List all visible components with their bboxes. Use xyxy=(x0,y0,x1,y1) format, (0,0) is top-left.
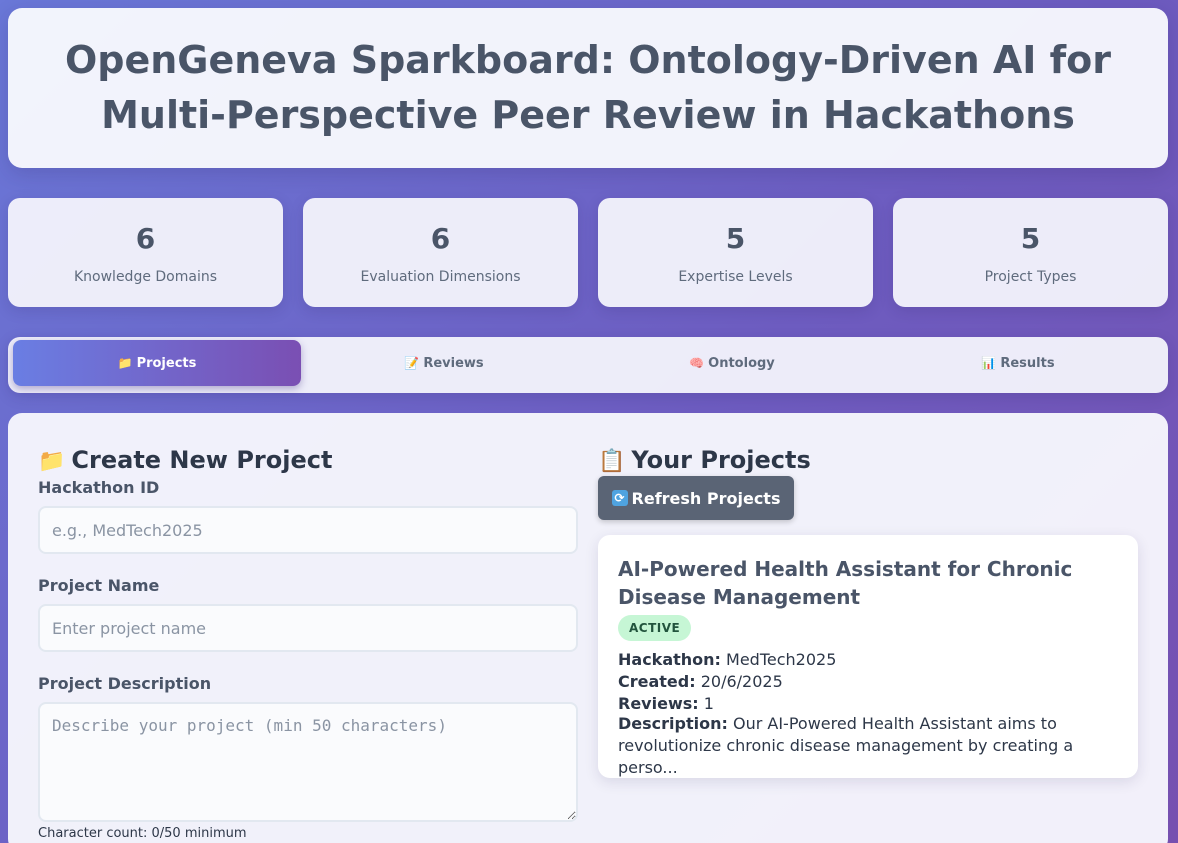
create-project-title: 📁 Create New Project xyxy=(38,446,332,474)
meta-value: 1 xyxy=(703,694,714,713)
tab-projects[interactable]: 📁 Projects xyxy=(13,340,301,386)
meta-label: Hackathon: xyxy=(618,650,721,669)
character-count: Character count: 0/50 minimum xyxy=(38,826,247,841)
stat-expertise-levels: 5 Expertise Levels xyxy=(598,198,873,307)
meta-label: Reviews: xyxy=(618,694,699,713)
meta-label: Description: xyxy=(618,714,728,733)
tab-label: Projects xyxy=(136,355,197,371)
hackathon-id-label: Hackathon ID xyxy=(38,478,160,497)
folder-icon: 📁 xyxy=(38,449,66,474)
stat-value: 6 xyxy=(430,222,451,255)
tab-label: Results xyxy=(1000,355,1055,371)
tab-label: Ontology xyxy=(708,355,775,371)
status-badge: ACTIVE xyxy=(618,615,692,641)
project-created: Created: 20/6/2025 xyxy=(618,672,783,691)
create-project-title-text: Create New Project xyxy=(71,446,333,474)
main-panel: 📁Create New Project Hackathon ID Project… xyxy=(8,413,1168,843)
stat-evaluation-dimensions: 6 Evaluation Dimensions xyxy=(303,198,578,307)
hackathon-id-input[interactable] xyxy=(38,506,578,554)
stat-label: Evaluation Dimensions xyxy=(360,269,521,285)
folder-icon: 📁 xyxy=(117,356,133,370)
tab-bar: 📁 Projects 📝 Reviews 🧠 Ontology 📊 Result… xyxy=(8,337,1168,393)
project-hackathon: Hackathon: MedTech2025 xyxy=(618,650,836,669)
stat-value: 5 xyxy=(1020,222,1041,255)
stat-label: Project Types xyxy=(984,269,1077,285)
refresh-projects-label: Refresh Projects xyxy=(631,488,781,508)
stats-row: 6 Knowledge Domains 6 Evaluation Dimensi… xyxy=(8,198,1168,307)
page-title: OpenGeneva Sparkboard: Ontology-Driven A… xyxy=(64,38,1112,137)
brain-icon: 🧠 xyxy=(689,356,705,370)
stat-value: 6 xyxy=(135,222,156,255)
project-description: Description: Our AI-Powered Health Assis… xyxy=(618,713,1118,779)
project-name-label: Project Name xyxy=(38,576,160,595)
tab-ontology[interactable]: 🧠 Ontology xyxy=(588,340,876,386)
tab-label: Reviews xyxy=(423,355,484,371)
refresh-projects-button[interactable]: ⟳ Refresh Projects xyxy=(598,476,794,520)
project-card[interactable]: AI-Powered Health Assistant for Chronic … xyxy=(598,535,1138,778)
stat-knowledge-domains: 6 Knowledge Domains xyxy=(8,198,283,307)
memo-icon: 📝 xyxy=(404,356,420,370)
refresh-icon: ⟳ xyxy=(611,490,628,506)
bar-chart-icon: 📊 xyxy=(981,356,997,370)
tab-reviews[interactable]: 📝 Reviews xyxy=(300,340,588,386)
meta-value: MedTech2025 xyxy=(726,650,837,669)
stat-label: Knowledge Domains xyxy=(73,269,218,285)
project-name-input[interactable] xyxy=(38,604,578,652)
meta-value: 20/6/2025 xyxy=(700,672,783,691)
stat-project-types: 5 Project Types xyxy=(893,198,1168,307)
project-reviews: Reviews: 1 xyxy=(618,694,714,713)
project-name: AI-Powered Health Assistant for Chronic … xyxy=(618,557,1073,609)
project-description-textarea[interactable] xyxy=(38,702,578,822)
your-projects-title-text: Your Projects xyxy=(631,446,811,474)
header-card: OpenGeneva Sparkboard: Ontology-Driven A… xyxy=(8,8,1168,168)
project-description-label: Project Description xyxy=(38,674,212,693)
stat-value: 5 xyxy=(725,222,746,255)
meta-label: Created: xyxy=(618,672,696,691)
stat-label: Expertise Levels xyxy=(678,269,793,285)
tab-results[interactable]: 📊 Results xyxy=(874,340,1162,386)
clipboard-icon: 📋 xyxy=(598,449,626,474)
your-projects-title: 📋 Your Projects xyxy=(598,446,811,474)
